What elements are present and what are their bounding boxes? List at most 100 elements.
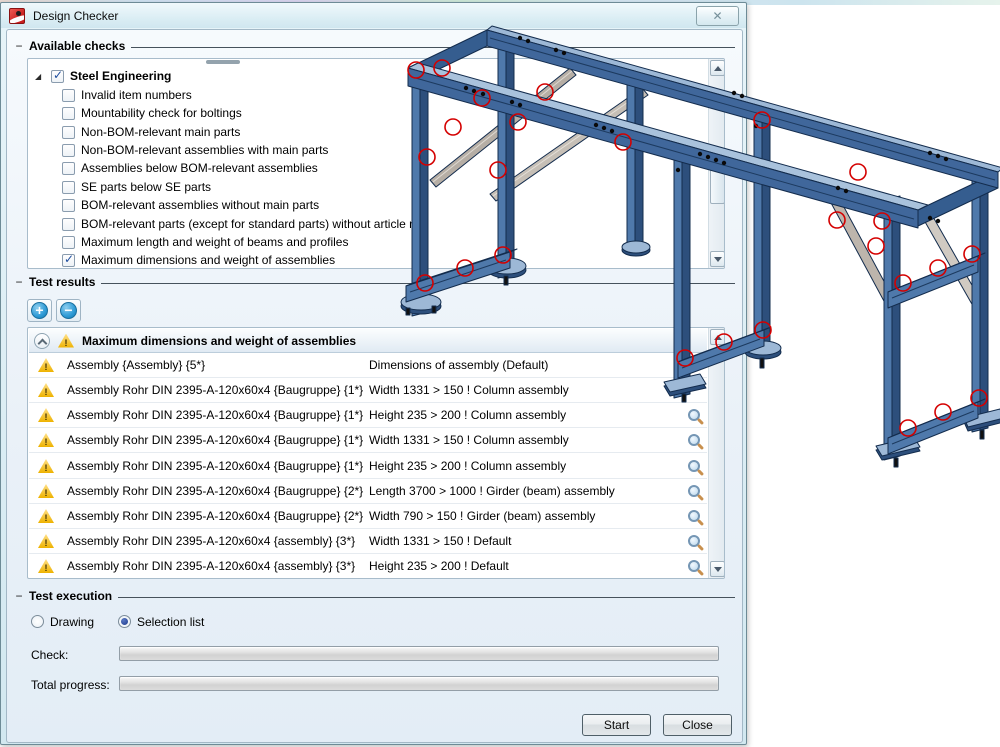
- table-row[interactable]: ! Assembly Rohr DIN 2395-A-120x60x4 {Bau…: [29, 378, 707, 403]
- tree-item[interactable]: BOM-relevant assemblies without main par…: [62, 196, 319, 214]
- minus-icon: −: [60, 302, 77, 319]
- checkbox-unchecked[interactable]: [62, 126, 75, 139]
- tree-item[interactable]: Assemblies below BOM-relevant assemblies: [62, 159, 318, 177]
- expand-all-button[interactable]: +: [27, 299, 52, 322]
- checkbox-unchecked[interactable]: [62, 162, 75, 175]
- tree-item[interactable]: Non-BOM-relevant assemblies with main pa…: [62, 141, 328, 159]
- scroll-down-icon[interactable]: [710, 251, 725, 267]
- checkbox-checked[interactable]: ✓: [62, 254, 75, 267]
- radio-drawing[interactable]: [31, 615, 44, 628]
- tree-item-label: Maximum dimensions and weight of assembl…: [81, 253, 335, 267]
- table-row[interactable]: ! Assembly Rohr DIN 2395-A-120x60x4 {Bau…: [29, 454, 707, 479]
- radio-drawing-label[interactable]: Drawing: [50, 615, 94, 629]
- tree-item-label: Maximum length and weight of beams and p…: [81, 235, 348, 249]
- scroll-down-icon[interactable]: [710, 561, 725, 577]
- scroll-up-icon[interactable]: [710, 60, 725, 76]
- close-icon[interactable]: ✕: [696, 6, 739, 26]
- warning-icon: !: [38, 534, 54, 548]
- table-row[interactable]: ! Assembly Rohr DIN 2395-A-120x60x4 {Bau…: [29, 479, 707, 504]
- magnifier-icon[interactable]: [688, 434, 700, 446]
- warning-icon: !: [38, 433, 54, 447]
- checkbox-checked[interactable]: ✓: [51, 70, 64, 83]
- tree-scrollbar-thumb[interactable]: [710, 162, 725, 204]
- group-collapse-marker[interactable]: −: [15, 589, 23, 603]
- table-row[interactable]: ! Assembly {Assembly} {5*} Dimensions of…: [29, 353, 707, 378]
- magnifier-icon[interactable]: [688, 560, 700, 572]
- checkbox-unchecked[interactable]: [62, 199, 75, 212]
- tree-item[interactable]: ✓ Maximum dimensions and weight of assem…: [62, 251, 335, 269]
- result-item: Assembly Rohr DIN 2395-A-120x60x4 {Baugr…: [67, 433, 363, 447]
- warning-icon: !: [38, 509, 54, 523]
- checkbox-unchecked[interactable]: [62, 236, 75, 249]
- tree-item-label: Assemblies below BOM-relevant assemblies: [81, 161, 318, 175]
- tree-item[interactable]: SE parts below SE parts: [62, 178, 211, 196]
- group-label: Test execution: [29, 589, 112, 603]
- magnifier-icon[interactable]: [688, 460, 700, 472]
- result-item: Assembly {Assembly} {5*}: [67, 358, 205, 372]
- checkbox-unchecked[interactable]: [62, 89, 75, 102]
- magnifier-icon[interactable]: [688, 510, 700, 522]
- table-row[interactable]: ! Assembly Rohr DIN 2395-A-120x60x4 {ass…: [29, 529, 707, 554]
- radio-selection-list-label[interactable]: Selection list: [137, 615, 204, 629]
- checkbox-unchecked[interactable]: [62, 107, 75, 120]
- tree-expander-icon[interactable]: ◢: [35, 72, 45, 81]
- radio-selection-list[interactable]: [118, 615, 131, 628]
- checks-tree: ◢ ✓ Steel Engineering Invalid item numbe…: [27, 58, 725, 269]
- results-group-header[interactable]: ! Maximum dimensions and weight of assem…: [29, 329, 707, 353]
- magnifier-icon[interactable]: [688, 535, 700, 547]
- result-message: Width 1331 > 150 ! Column assembly: [369, 383, 569, 397]
- magnifier-icon[interactable]: [688, 485, 700, 497]
- checkbox-unchecked[interactable]: [62, 144, 75, 157]
- result-message: Height 235 > 200 ! Column assembly: [369, 408, 566, 422]
- warning-icon: !: [38, 459, 54, 473]
- design-checker-dialog: Design Checker ✕ − Available checks ◢ ✓ …: [0, 2, 747, 745]
- tree-item-label: Non-BOM-relevant main parts: [81, 125, 240, 139]
- result-item: Assembly Rohr DIN 2395-A-120x60x4 {Baugr…: [67, 383, 363, 397]
- check-progress-bar: [119, 646, 719, 661]
- tree-item[interactable]: Mountability check for boltings: [62, 104, 242, 122]
- group-collapse-marker[interactable]: −: [15, 39, 23, 53]
- tree-item[interactable]: Maximum length and weight of beams and p…: [62, 233, 348, 251]
- result-message: Width 1331 > 150 ! Column assembly: [369, 433, 569, 447]
- close-button[interactable]: Close: [663, 714, 732, 736]
- tree-item-steel-engineering[interactable]: ◢ ✓ Steel Engineering: [35, 67, 171, 85]
- tree-item-label: Mountability check for boltings: [81, 106, 242, 120]
- group-label: Available checks: [29, 39, 125, 53]
- table-row[interactable]: ! Assembly Rohr DIN 2395-A-120x60x4 {ass…: [29, 554, 707, 579]
- collapse-all-button[interactable]: −: [56, 299, 81, 322]
- results-group-title: Maximum dimensions and weight of assembl…: [82, 334, 356, 348]
- check-progress-label: Check:: [31, 648, 68, 662]
- warning-icon: !: [38, 358, 54, 372]
- warning-icon: !: [38, 484, 54, 498]
- result-message: Width 1331 > 150 ! Default: [369, 534, 511, 548]
- result-message: Dimensions of assembly (Default): [369, 358, 548, 372]
- table-row[interactable]: ! Assembly Rohr DIN 2395-A-120x60x4 {Bau…: [29, 428, 707, 453]
- result-message: Height 235 > 200 ! Default: [369, 559, 509, 573]
- tree-item[interactable]: Non-BOM-relevant main parts: [62, 123, 240, 141]
- tree-item-label: BOM-relevant parts (except for standard …: [81, 217, 426, 231]
- title-bar[interactable]: Design Checker: [1, 3, 746, 28]
- magnifier-icon[interactable]: [688, 409, 700, 421]
- tree-scrollbar[interactable]: [708, 59, 725, 268]
- total-progress-label: Total progress:: [31, 678, 110, 692]
- result-item: Assembly Rohr DIN 2395-A-120x60x4 {Baugr…: [67, 484, 363, 498]
- tree-item-label: Non-BOM-relevant assemblies with main pa…: [81, 143, 328, 157]
- result-item: Assembly Rohr DIN 2395-A-120x60x4 {assem…: [67, 534, 355, 548]
- tree-item-label: BOM-relevant assemblies without main par…: [81, 198, 319, 212]
- table-row[interactable]: ! Assembly Rohr DIN 2395-A-120x60x4 {Bau…: [29, 403, 707, 428]
- group-header-available-checks: − Available checks: [15, 39, 735, 53]
- start-button[interactable]: Start: [582, 714, 651, 736]
- group-label: Test results: [29, 275, 95, 289]
- result-item: Assembly Rohr DIN 2395-A-120x60x4 {Baugr…: [67, 459, 363, 473]
- warning-icon: !: [38, 408, 54, 422]
- collapse-group-icon[interactable]: [34, 333, 50, 349]
- scroll-up-icon[interactable]: [710, 329, 725, 345]
- results-scrollbar[interactable]: [708, 328, 725, 578]
- group-collapse-marker[interactable]: −: [15, 275, 23, 289]
- tree-item[interactable]: BOM-relevant parts (except for standard …: [62, 215, 426, 233]
- warning-icon: !: [38, 383, 54, 397]
- tree-item[interactable]: Invalid item numbers: [62, 86, 192, 104]
- checkbox-unchecked[interactable]: [62, 181, 75, 194]
- checkbox-unchecked[interactable]: [62, 218, 75, 231]
- table-row[interactable]: ! Assembly Rohr DIN 2395-A-120x60x4 {Bau…: [29, 504, 707, 529]
